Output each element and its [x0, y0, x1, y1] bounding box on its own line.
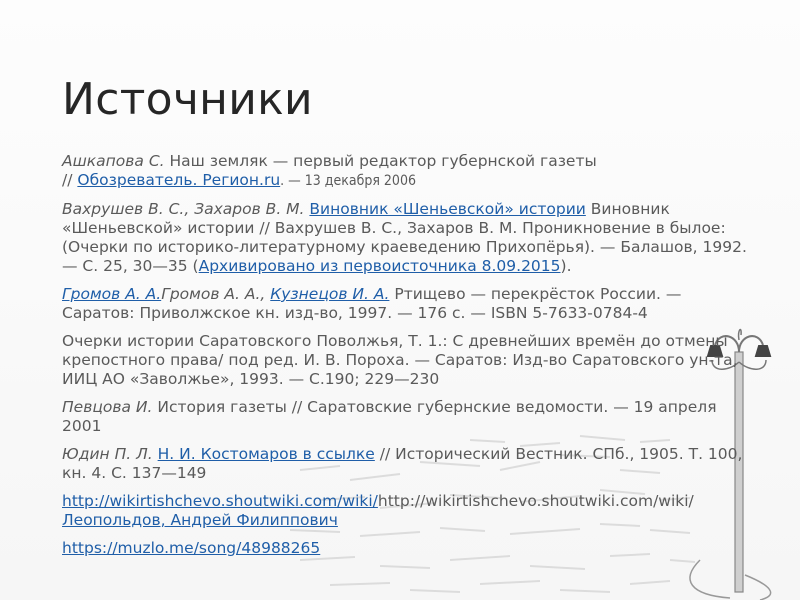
sources-list: Ашкапова С. Наш земляк — первый редактор…: [62, 152, 752, 567]
author: Певцова И.: [62, 398, 153, 416]
author: Юдин П. Л.: [62, 445, 153, 463]
text: . — 13 декабря 2006: [280, 173, 416, 189]
source-link[interactable]: http://wikirtishchevo.shoutwiki.com/wiki…: [62, 492, 378, 510]
source-item-2: Вахрушев В. С., Захаров В. М. Виновник «…: [62, 200, 752, 276]
text: История газеты // Саратовские губернские…: [62, 398, 717, 435]
text: ).: [560, 257, 572, 275]
source-item-1: Ашкапова С. Наш земляк — первый редактор…: [62, 152, 752, 191]
source-link[interactable]: Виновник «Шеньевской» истории: [309, 200, 585, 218]
slide: Источники Ашкапова С. Наш земляк — первы…: [0, 0, 800, 600]
source-item-6: Юдин П. Л. Н. И. Костомаров в ссылке // …: [62, 445, 752, 483]
source-link[interactable]: https://muzlo.me/song/48988265: [62, 539, 320, 557]
author-link[interactable]: Кузнецов И. А.: [270, 285, 389, 303]
source-item-3: Громов А. А.Громов А. А., Кузнецов И. А.…: [62, 285, 752, 323]
source-link[interactable]: Н. И. Костомаров в ссылке: [158, 445, 375, 463]
author: Ашкапова С.: [62, 152, 165, 170]
text: Наш земляк — первый редактор губернской …: [164, 152, 597, 170]
source-item-5: Певцова И. История газеты // Саратовские…: [62, 398, 752, 436]
source-item-7: http://wikirtishchevo.shoutwiki.com/wiki…: [62, 492, 752, 530]
author: Вахрушев В. С., Захаров В. М.: [62, 200, 305, 218]
source-link[interactable]: Леопольдов, Андрей Филиппович: [62, 511, 338, 529]
author: Громов А. А.,: [161, 285, 266, 303]
text: //: [62, 171, 78, 189]
text: http://wikirtishchevo.shoutwiki.com/wiki…: [377, 492, 694, 510]
slide-title: Источники: [62, 74, 313, 125]
source-item-4: Очерки истории Саратовского Поволжья, Т.…: [62, 332, 752, 389]
text: Очерки истории Саратовского Поволжья, Т.…: [62, 332, 738, 388]
archive-link[interactable]: Архивировано из первоисточника 8.09.2015: [199, 257, 561, 275]
source-item-8: https://muzlo.me/song/48988265: [62, 539, 752, 558]
source-link[interactable]: Обозреватель. Регион.ru: [77, 171, 280, 189]
author-link[interactable]: Громов А. А.: [62, 285, 161, 303]
